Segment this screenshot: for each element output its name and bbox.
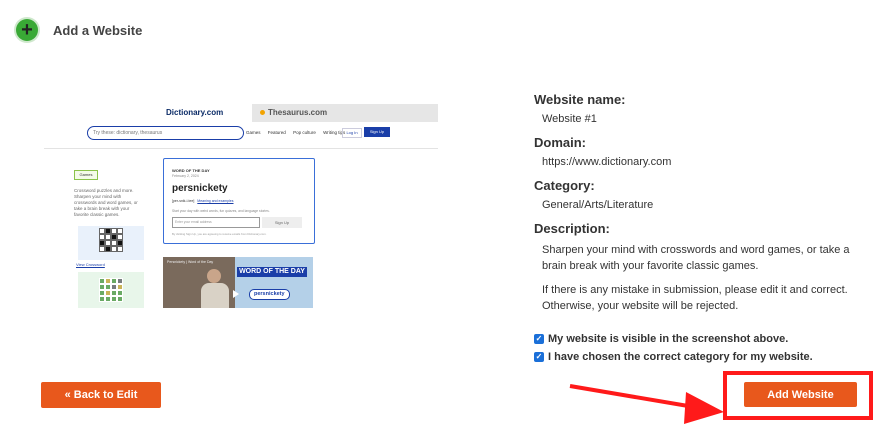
page-title: Add a Website [53, 22, 143, 38]
tab-dictionary: Dictionary.com [164, 104, 252, 122]
domain-label: Domain: [534, 135, 586, 150]
page-header: + Add a Website [16, 16, 142, 44]
plus-circle-icon: + [16, 19, 38, 41]
video-frame-left: Persnickety | Word of the Day [163, 257, 235, 308]
description-label: Description: [534, 221, 610, 236]
domain-value: https://www.dictionary.com [542, 156, 672, 168]
wotd-date: February 2, 2024 [172, 174, 199, 178]
site-nav-link: Games [246, 130, 261, 135]
category-checkbox-label: I have chosen the correct category for m… [548, 351, 813, 363]
video-frame-right: WORD OF THE DAY persnickety [233, 257, 313, 308]
site-signup: Sign Up [364, 127, 390, 137]
wotd-fine-print: By clicking Sign Up, you are agreeing to… [172, 232, 267, 236]
games-text: Crossword puzzles and more. Sharpen your… [74, 188, 138, 217]
visible-checkbox-row[interactable]: ✓ My website is visible in the screensho… [534, 333, 788, 345]
site-nav-link: Pop culture [293, 130, 316, 135]
category-checkbox-row[interactable]: ✓ I have chosen the correct category for… [534, 351, 813, 363]
description-value: Sharpen your mind with crosswords and wo… [542, 244, 850, 272]
wotd-label: WORD OF THE DAY [172, 168, 210, 173]
checkbox-checked-icon[interactable]: ✓ [534, 352, 544, 362]
wotd-signup-button: Sign Up [262, 217, 302, 228]
word-of-the-day-card: WORD OF THE DAY February 2, 2024 persnic… [163, 158, 315, 244]
crossword-icon [99, 228, 123, 252]
pron-link: Meaning and examples [197, 199, 234, 203]
wotd-email-field: Enter your email address [172, 217, 260, 228]
tab-thesaurus: Thesaurus.com [252, 104, 438, 122]
site-nav-links: Games Featured Pop culture Writing tips [246, 130, 351, 135]
wotd-video: Persnickety | Word of the Day WORD OF TH… [163, 257, 313, 308]
category-value: General/Arts/Literature [542, 199, 654, 211]
site-navbar: Try these: dictionary, thesaurus Games F… [44, 122, 438, 149]
website-screenshot: Dictionary.com Thesaurus.com Try these: … [44, 102, 438, 308]
video-word-tag: persnickety [249, 289, 290, 300]
browser-tabs: Dictionary.com Thesaurus.com [164, 104, 438, 122]
games-column: Games Crossword puzzles and more. Sharpe… [74, 170, 144, 218]
site-search-box: Try these: dictionary, thesaurus [87, 126, 244, 140]
website-name-label: Website name: [534, 92, 626, 107]
presenter-head [207, 269, 221, 283]
play-icon [233, 290, 239, 298]
presenter-body [201, 283, 229, 308]
submission-warning: If there is any mistake in submission, p… [542, 284, 848, 312]
checkbox-checked-icon[interactable]: ✓ [534, 334, 544, 344]
wotd-pronunciation: [per-snik-i-tee] Meaning and examples [172, 199, 234, 203]
website-details: Website name: Website #1 Domain: https:/… [534, 92, 854, 324]
video-title: Persnickety | Word of the Day [167, 260, 214, 264]
word-game-icon [99, 278, 123, 302]
video-wotd-tag: WORD OF THE DAY [237, 267, 307, 277]
games-badge: Games [74, 170, 98, 180]
add-website-button[interactable]: Add Website [744, 382, 857, 407]
wotd-word: persnickety [172, 183, 228, 194]
site-nav-link: Featured [267, 130, 286, 135]
view-crossword-link: View Crossword [76, 262, 105, 267]
site-login: Log In [342, 128, 362, 138]
pron-text: [per-snik-i-tee] [172, 199, 195, 203]
visible-checkbox-label: My website is visible in the screenshot … [548, 333, 789, 345]
website-name-value: Website #1 [542, 113, 597, 125]
wotd-signup-text: Start your day with weird words, fun qui… [172, 209, 270, 213]
category-label: Category: [534, 178, 595, 193]
back-to-edit-button[interactable]: « Back to Edit [41, 382, 161, 408]
red-arrow-icon [569, 384, 724, 424]
